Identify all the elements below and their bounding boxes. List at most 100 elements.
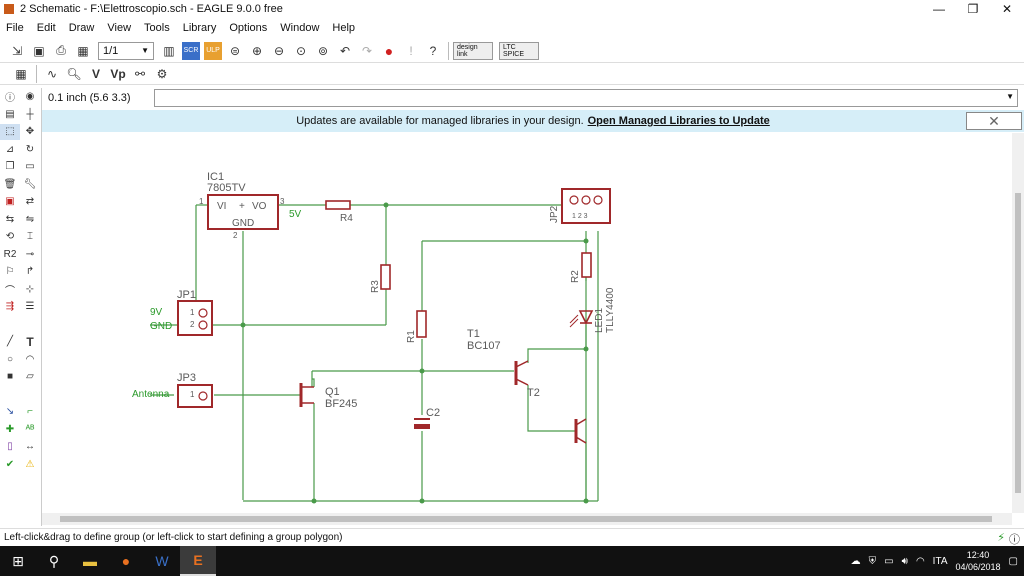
clock[interactable]: 12:40 04/06/2018 <box>956 549 1001 573</box>
bus-icon[interactable]: ⌐ <box>20 404 40 420</box>
info-icon[interactable]: ⓘ <box>0 89 20 105</box>
search-icon[interactable]: ⚲ <box>36 546 72 576</box>
open-managed-libraries-link[interactable]: Open Managed Libraries to Update <box>588 115 770 127</box>
chevron-down-icon[interactable]: ▼ <box>1006 92 1014 101</box>
eagle-taskbar-icon[interactable]: E <box>180 546 216 576</box>
zoom-redraw-icon[interactable]: ⊙ <box>292 42 310 60</box>
transistor-t2[interactable]: T2 <box>527 387 587 444</box>
volume-icon[interactable]: 🔊︎ <box>902 556 908 567</box>
menu-view[interactable]: View <box>107 22 131 34</box>
undo-icon[interactable]: ↶ <box>336 42 354 60</box>
layer-icon[interactable]: ▤ <box>0 106 20 122</box>
close-button[interactable]: ✕ <box>990 0 1024 18</box>
connector-jp2[interactable]: JP2 1 2 3 <box>549 188 611 224</box>
add-part-icon[interactable]: ▣ <box>0 194 20 210</box>
scr-icon[interactable]: SCR <box>182 41 200 60</box>
dimension-icon[interactable]: ↔ <box>20 439 40 455</box>
design-link-button[interactable]: design link <box>453 41 493 60</box>
redo-icon[interactable]: ↷ <box>358 42 376 60</box>
invoke-icon[interactable]: ⟲ <box>0 229 20 245</box>
help-icon[interactable]: ? <box>424 42 442 60</box>
print-icon[interactable]: ⎙ <box>52 42 70 60</box>
rectangle-icon[interactable]: ■ <box>0 369 20 385</box>
vertical-scrollbar[interactable] <box>1012 133 1024 513</box>
led-led1[interactable]: LED1 TLLY4400 <box>569 287 616 333</box>
menu-help[interactable]: Help <box>332 22 355 34</box>
file-explorer-icon[interactable]: ▬ <box>72 546 108 576</box>
paste-icon[interactable]: ▭ <box>20 159 40 175</box>
save-icon[interactable]: ▣ <box>30 42 48 60</box>
open-icon[interactable]: ⇲ <box>8 42 26 60</box>
menu-edit[interactable]: Edit <box>37 22 56 34</box>
command-input[interactable]: ▼ <box>154 89 1018 107</box>
word-icon[interactable]: W <box>144 546 180 576</box>
sheet-select[interactable]: 1/1 ▼ <box>98 41 154 60</box>
vertical-scroll-thumb[interactable] <box>1015 193 1021 493</box>
circle-icon[interactable]: ○ <box>0 351 20 367</box>
flash-icon[interactable]: ⚡ <box>997 531 1005 547</box>
split-icon[interactable]: ↱ <box>20 264 40 280</box>
schematic-canvas[interactable]: IC1 7805TV VI + VO GND 1 2 3 5V R4 R3 R1 <box>42 133 1012 513</box>
start-windows-icon[interactable]: ⊞ <box>0 546 36 576</box>
ulp-icon[interactable]: ULP <box>204 41 222 60</box>
zoom-out-icon[interactable]: ⊖ <box>270 42 288 60</box>
language-indicator[interactable]: ITA <box>933 556 948 567</box>
stop-icon[interactable]: ● <box>380 42 398 60</box>
arc-icon[interactable]: ◠ <box>20 351 40 367</box>
pinswap-icon[interactable]: ⇆ <box>0 211 20 227</box>
ic1-7805tv[interactable]: IC1 7805TV VI + VO GND 1 2 3 <box>199 171 285 240</box>
resistor-r2[interactable]: R2 <box>570 252 592 283</box>
ltc-spice-button[interactable]: LTC SPICE <box>499 41 539 60</box>
zoom-select-icon[interactable]: ⊚ <box>314 42 332 60</box>
miter-icon[interactable]: ⌒ <box>0 281 20 297</box>
align-icon[interactable]: ☰ <box>20 299 40 315</box>
menu-library[interactable]: Library <box>183 22 217 34</box>
library-icon[interactable]: ▥ <box>160 42 178 60</box>
replace-icon[interactable]: ⇄ <box>20 194 40 210</box>
resistor-r3[interactable]: R3 <box>370 264 391 293</box>
wifi-icon[interactable]: ◠ <box>916 556 925 567</box>
move-icon[interactable]: ✥ <box>20 124 40 140</box>
show-icon[interactable]: 🔍︎ <box>65 65 83 83</box>
menu-options[interactable]: Options <box>229 22 267 34</box>
net-icon[interactable]: ↘ <box>0 404 20 420</box>
delete-icon[interactable]: 🗑︎ <box>0 176 20 192</box>
zoom-fit-icon[interactable]: ⊜ <box>226 42 244 60</box>
resistor-r4[interactable]: R4 <box>325 200 353 224</box>
value-tool-icon[interactable]: ⊸ <box>20 246 40 262</box>
copy-icon[interactable]: ❐ <box>0 159 20 175</box>
rotate-icon[interactable]: ↻ <box>20 141 40 157</box>
notifications-icon[interactable]: ▢ <box>1009 556 1018 567</box>
gateswap-icon[interactable]: ⇋ <box>20 211 40 227</box>
eye-icon[interactable]: ◉ <box>20 89 40 105</box>
value-property-icon[interactable]: Vp <box>109 65 127 83</box>
notice-close-button[interactable]: ✕ <box>966 112 1022 130</box>
wrench-icon[interactable]: 🔧︎ <box>20 176 40 192</box>
horizontal-scroll-thumb[interactable] <box>60 516 992 522</box>
maximize-button[interactable]: ❐ <box>956 0 990 18</box>
warning-icon[interactable]: ⚠ <box>20 456 40 472</box>
link-icon[interactable]: ⚯ <box>131 65 149 83</box>
resistor-r1[interactable]: R1 <box>406 310 427 343</box>
erc-icon[interactable]: ✔ <box>0 456 20 472</box>
smash-icon[interactable]: R2 <box>0 246 20 262</box>
shield-icon[interactable]: ⛨ <box>869 556 877 567</box>
transistor-t1[interactable]: T1 BC107 <box>467 328 529 386</box>
menu-draw[interactable]: Draw <box>69 22 95 34</box>
stop-command-icon[interactable]: ⓘ <box>1009 531 1020 547</box>
connector-jp3[interactable]: JP3 1 <box>177 372 213 408</box>
name-icon[interactable]: ⌶ <box>20 229 40 245</box>
grid-icon[interactable]: ▦ <box>12 65 30 83</box>
text-icon[interactable]: T <box>20 334 40 350</box>
mark-icon[interactable]: ┼ <box>20 106 40 122</box>
horizontal-scrollbar[interactable] <box>42 513 1012 525</box>
junction-icon[interactable]: ✚ <box>0 421 20 437</box>
bus-entry-icon[interactable]: ⇶ <box>0 299 20 315</box>
cam-icon[interactable]: ▦ <box>74 42 92 60</box>
menu-window[interactable]: Window <box>280 22 319 34</box>
go-icon[interactable]: ! <box>402 42 420 60</box>
menu-tools[interactable]: Tools <box>144 22 170 34</box>
polygon-icon[interactable]: ▱ <box>20 369 40 385</box>
slice-icon[interactable]: ⊹ <box>20 281 40 297</box>
group-icon[interactable]: ⬚ <box>0 123 20 140</box>
